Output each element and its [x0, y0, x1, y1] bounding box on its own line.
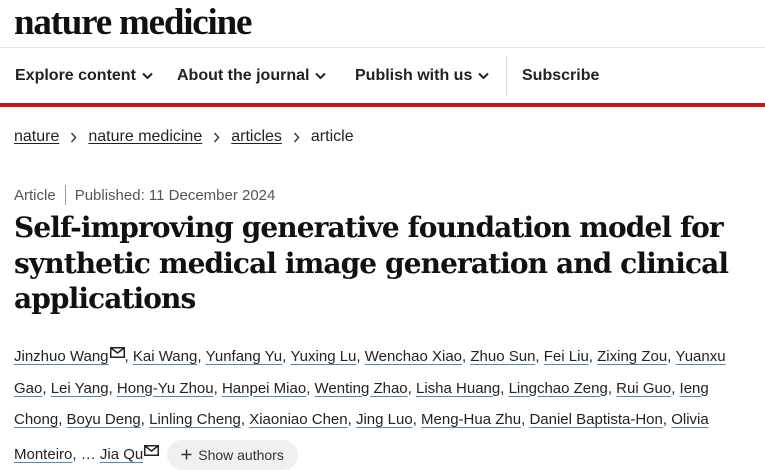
nav-accent-bar: [0, 103, 765, 107]
author-link[interactable]: Wenting Zhao: [315, 380, 408, 397]
author-item: Meng-Hua Zhu,: [421, 411, 530, 428]
site-logo[interactable]: nature medicine: [14, 1, 252, 44]
mail-icon[interactable]: [144, 436, 160, 468]
show-authors-item: Show authors: [159, 439, 298, 470]
author-link[interactable]: Yunfang Yu: [206, 348, 282, 365]
author-link[interactable]: Xiaoniao Chen: [249, 411, 347, 428]
nav-subscribe[interactable]: Subscribe: [522, 48, 599, 104]
breadcrumb: nature nature medicine articles article: [14, 128, 354, 146]
article-meta: Article Published: 11 December 2024: [14, 185, 275, 205]
nav-item-label: About the journal: [177, 67, 310, 84]
nav-divider: [506, 56, 507, 96]
author-item: Kai Wang,: [132, 348, 206, 365]
author-link[interactable]: Fei Liu: [544, 348, 589, 365]
chevron-right-icon: [293, 131, 300, 143]
nav-publish-with-us[interactable]: Publish with us: [355, 48, 490, 104]
author-item: Lei Yang,: [50, 379, 117, 397]
author-link[interactable]: Zhuo Sun: [470, 348, 535, 365]
author-item: Wenchao Xiao,: [364, 348, 471, 365]
author-item: Hong-Yu Zhou,: [116, 379, 222, 397]
publish-date: Published: 11 December 2024: [74, 186, 276, 204]
author-link[interactable]: Wenchao Xiao: [365, 348, 462, 365]
nav-item-label: Publish with us: [355, 67, 473, 84]
author-item: Zhuo Sun,: [470, 348, 544, 365]
meta-divider: [64, 185, 66, 205]
author-link[interactable]: Hong-Yu Zhou: [117, 380, 214, 397]
author-item: Yuxing Lu,: [290, 348, 365, 365]
author-link[interactable]: Linling Cheng: [149, 411, 241, 428]
plus-icon: [181, 449, 192, 460]
author-link[interactable]: Lingchao Zeng: [509, 380, 608, 397]
author-item: Jia Qu: [100, 444, 160, 463]
show-authors-label: Show authors: [198, 446, 284, 463]
author-item: Rui Guo,: [616, 379, 680, 397]
breadcrumb-current: article: [310, 128, 354, 145]
nav-item-label: Explore content: [15, 67, 136, 84]
author-item: Zixing Zou,: [597, 348, 676, 365]
main-nav: Explore content About the journal Publis…: [0, 47, 765, 104]
author-list: Jinzhuo Wang, Kai Wang, Yunfang Yu, Yuxi…: [14, 338, 758, 470]
author-link[interactable]: Yuxing Lu: [291, 348, 357, 365]
author-item: Hanpei Miao,: [221, 379, 315, 397]
breadcrumb-link-articles[interactable]: articles: [231, 128, 282, 146]
show-authors-button[interactable]: Show authors: [167, 439, 298, 470]
author-item: Fei Liu,: [543, 348, 598, 365]
article-title: Self-improving generative foundation mod…: [14, 211, 729, 315]
author-item: Lingchao Zeng,: [508, 379, 617, 397]
author-item: Linling Cheng,: [149, 411, 250, 428]
nav-item-label: Subscribe: [522, 67, 600, 84]
chevron-right-icon: [213, 131, 220, 143]
breadcrumb-link-nature-medicine[interactable]: nature medicine: [88, 128, 202, 146]
nav-explore-content[interactable]: Explore content: [15, 48, 153, 104]
mail-icon[interactable]: [109, 338, 125, 370]
author-item: Jing Luo,: [355, 411, 422, 428]
author-item: Jinzhuo Wang,: [14, 347, 133, 365]
chevron-down-icon: [315, 72, 327, 80]
author-link[interactable]: Hanpei Miao: [222, 380, 306, 397]
author-link[interactable]: Zixing Zou: [597, 348, 667, 365]
author-item: Yunfang Yu,: [205, 348, 291, 365]
author-link[interactable]: Rui Guo: [616, 380, 671, 397]
author-link[interactable]: Lei Yang: [51, 380, 109, 397]
author-link[interactable]: Kai Wang: [133, 348, 197, 365]
breadcrumb-link-nature[interactable]: nature: [14, 128, 59, 146]
article-type: Article: [14, 186, 56, 204]
author-item: Daniel Baptista-Hon,: [529, 411, 672, 428]
chevron-down-icon: [478, 72, 490, 80]
author-item: Lisha Huang,: [416, 379, 509, 397]
author-link[interactable]: Meng-Hua Zhu: [421, 411, 521, 428]
chevron-down-icon: [142, 72, 153, 80]
author-item: Boyu Deng,: [66, 411, 150, 428]
author-link[interactable]: Boyu Deng: [67, 411, 141, 428]
chevron-right-icon: [70, 131, 77, 143]
author-item: Wenting Zhao,: [314, 379, 416, 397]
nav-about-the-journal[interactable]: About the journal: [177, 48, 327, 104]
author-link[interactable]: Jing Luo: [356, 411, 413, 428]
author-link[interactable]: Jinzhuo Wang: [14, 348, 109, 365]
author-item: Xiaoniao Chen,: [249, 411, 356, 428]
author-link[interactable]: Jia Qu: [100, 446, 143, 463]
author-link[interactable]: Lisha Huang: [416, 380, 500, 397]
author-link[interactable]: Daniel Baptista-Hon: [529, 411, 662, 428]
